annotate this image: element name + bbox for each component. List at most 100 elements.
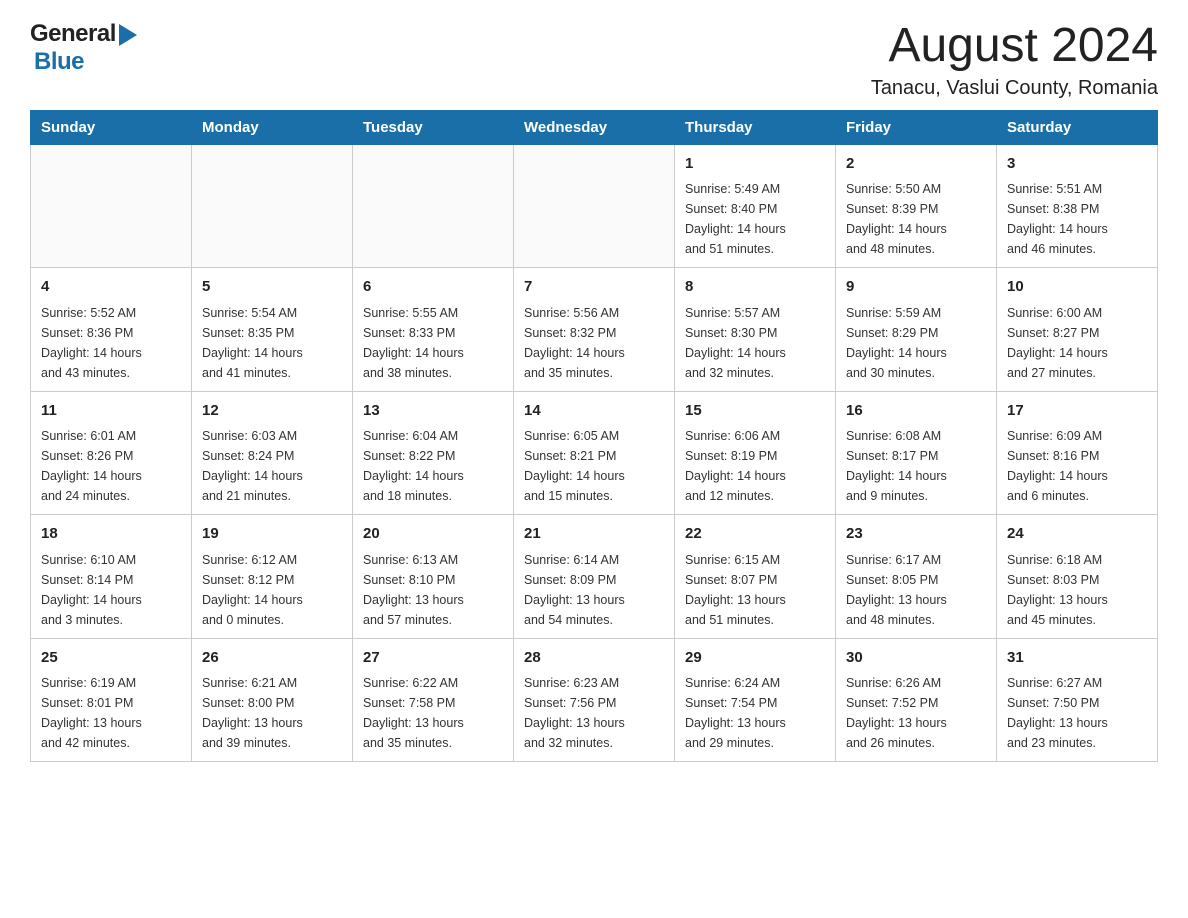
- calendar-cell: 6 Sunrise: 5:55 AM Sunset: 8:33 PM Daylig…: [353, 268, 514, 392]
- calendar-cell: 4Sunrise: 5:52 AM Sunset: 8:36 PM Daylig…: [31, 268, 192, 392]
- day-number: 21: [524, 523, 664, 546]
- weekday-header-saturday: Saturday: [997, 110, 1158, 144]
- calendar-cell: 20 Sunrise: 6:13 AM Sunset: 8:10 PM Dayli…: [353, 515, 514, 639]
- day-number: 25: [41, 647, 181, 670]
- calendar-week-row: 1Sunrise: 5:49 AM Sunset: 8:40 PM Daylig…: [31, 144, 1158, 268]
- calendar-cell: 29 Sunrise: 6:24 AM Sunset: 7:54 PM Dayli…: [675, 638, 836, 762]
- logo-general-text: General: [30, 20, 116, 48]
- day-info: Sunrise: 6:23 AM Sunset: 7:56 PM Dayligh…: [524, 673, 664, 753]
- day-number: 6: [363, 276, 503, 299]
- calendar-cell: 21 Sunrise: 6:14 AM Sunset: 8:09 PM Dayli…: [514, 515, 675, 639]
- calendar-cell: 3 Sunrise: 5:51 AM Sunset: 8:38 PM Daylig…: [997, 144, 1158, 268]
- calendar-cell: 17Sunrise: 6:09 AM Sunset: 8:16 PM Dayli…: [997, 391, 1158, 515]
- calendar-cell: 11 Sunrise: 6:01 AM Sunset: 8:26 PM Dayli…: [31, 391, 192, 515]
- calendar-body: 1Sunrise: 5:49 AM Sunset: 8:40 PM Daylig…: [31, 144, 1158, 762]
- day-info: Sunrise: 6:01 AM Sunset: 8:26 PM Dayligh…: [41, 426, 181, 506]
- page-header: General Blue August 2024 Tanacu, Vaslui …: [30, 20, 1158, 100]
- day-number: 20: [363, 523, 503, 546]
- day-info: Sunrise: 6:08 AM Sunset: 8:17 PM Dayligh…: [846, 426, 986, 506]
- day-info: Sunrise: 6:05 AM Sunset: 8:21 PM Dayligh…: [524, 426, 664, 506]
- day-info: Sunrise: 5:51 AM Sunset: 8:38 PM Dayligh…: [1007, 179, 1147, 259]
- calendar-cell: 19Sunrise: 6:12 AM Sunset: 8:12 PM Dayli…: [192, 515, 353, 639]
- day-number: 24: [1007, 523, 1147, 546]
- day-info: Sunrise: 5:57 AM Sunset: 8:30 PM Dayligh…: [685, 303, 825, 383]
- day-info: Sunrise: 6:10 AM Sunset: 8:14 PM Dayligh…: [41, 550, 181, 630]
- day-number: 5: [202, 276, 342, 299]
- calendar-cell: 5 Sunrise: 5:54 AM Sunset: 8:35 PM Daylig…: [192, 268, 353, 392]
- calendar-cell: 28 Sunrise: 6:23 AM Sunset: 7:56 PM Dayli…: [514, 638, 675, 762]
- calendar-cell: [192, 144, 353, 268]
- calendar-cell: [514, 144, 675, 268]
- day-info: Sunrise: 5:59 AM Sunset: 8:29 PM Dayligh…: [846, 303, 986, 383]
- day-number: 28: [524, 647, 664, 670]
- day-number: 4: [41, 276, 181, 299]
- calendar-cell: 14Sunrise: 6:05 AM Sunset: 8:21 PM Dayli…: [514, 391, 675, 515]
- calendar-cell: 7Sunrise: 5:56 AM Sunset: 8:32 PM Daylig…: [514, 268, 675, 392]
- calendar-cell: 10Sunrise: 6:00 AM Sunset: 8:27 PM Dayli…: [997, 268, 1158, 392]
- weekday-header-thursday: Thursday: [675, 110, 836, 144]
- calendar-cell: 26 Sunrise: 6:21 AM Sunset: 8:00 PM Dayli…: [192, 638, 353, 762]
- calendar-cell: 16 Sunrise: 6:08 AM Sunset: 8:17 PM Dayli…: [836, 391, 997, 515]
- calendar-table: SundayMondayTuesdayWednesdayThursdayFrid…: [30, 110, 1158, 763]
- day-number: 11: [41, 400, 181, 423]
- day-number: 12: [202, 400, 342, 423]
- day-number: 22: [685, 523, 825, 546]
- calendar-week-row: 25 Sunrise: 6:19 AM Sunset: 8:01 PM Dayli…: [31, 638, 1158, 762]
- day-info: Sunrise: 5:54 AM Sunset: 8:35 PM Dayligh…: [202, 303, 342, 383]
- day-info: Sunrise: 6:18 AM Sunset: 8:03 PM Dayligh…: [1007, 550, 1147, 630]
- calendar-cell: 31 Sunrise: 6:27 AM Sunset: 7:50 PM Dayli…: [997, 638, 1158, 762]
- day-info: Sunrise: 6:03 AM Sunset: 8:24 PM Dayligh…: [202, 426, 342, 506]
- weekday-header-sunday: Sunday: [31, 110, 192, 144]
- day-number: 16: [846, 400, 986, 423]
- day-info: Sunrise: 6:15 AM Sunset: 8:07 PM Dayligh…: [685, 550, 825, 630]
- day-info: Sunrise: 6:14 AM Sunset: 8:09 PM Dayligh…: [524, 550, 664, 630]
- calendar-cell: 23 Sunrise: 6:17 AM Sunset: 8:05 PM Dayli…: [836, 515, 997, 639]
- calendar-cell: 9 Sunrise: 5:59 AM Sunset: 8:29 PM Daylig…: [836, 268, 997, 392]
- day-number: 8: [685, 276, 825, 299]
- day-info: Sunrise: 6:21 AM Sunset: 8:00 PM Dayligh…: [202, 673, 342, 753]
- calendar-cell: 15Sunrise: 6:06 AM Sunset: 8:19 PM Dayli…: [675, 391, 836, 515]
- day-number: 2: [846, 153, 986, 176]
- day-number: 3: [1007, 153, 1147, 176]
- day-number: 29: [685, 647, 825, 670]
- day-number: 31: [1007, 647, 1147, 670]
- weekday-header-wednesday: Wednesday: [514, 110, 675, 144]
- day-info: Sunrise: 5:55 AM Sunset: 8:33 PM Dayligh…: [363, 303, 503, 383]
- location-text: Tanacu, Vaslui County, Romania: [871, 77, 1158, 100]
- calendar-week-row: 4Sunrise: 5:52 AM Sunset: 8:36 PM Daylig…: [31, 268, 1158, 392]
- day-info: Sunrise: 6:27 AM Sunset: 7:50 PM Dayligh…: [1007, 673, 1147, 753]
- day-number: 19: [202, 523, 342, 546]
- calendar-cell: 24 Sunrise: 6:18 AM Sunset: 8:03 PM Dayli…: [997, 515, 1158, 639]
- day-info: Sunrise: 6:06 AM Sunset: 8:19 PM Dayligh…: [685, 426, 825, 506]
- calendar-cell: 22 Sunrise: 6:15 AM Sunset: 8:07 PM Dayli…: [675, 515, 836, 639]
- day-number: 26: [202, 647, 342, 670]
- calendar-cell: 27Sunrise: 6:22 AM Sunset: 7:58 PM Dayli…: [353, 638, 514, 762]
- day-info: Sunrise: 6:09 AM Sunset: 8:16 PM Dayligh…: [1007, 426, 1147, 506]
- day-info: Sunrise: 6:19 AM Sunset: 8:01 PM Dayligh…: [41, 673, 181, 753]
- day-number: 30: [846, 647, 986, 670]
- calendar-cell: 18 Sunrise: 6:10 AM Sunset: 8:14 PM Dayli…: [31, 515, 192, 639]
- day-info: Sunrise: 5:50 AM Sunset: 8:39 PM Dayligh…: [846, 179, 986, 259]
- day-number: 13: [363, 400, 503, 423]
- day-number: 18: [41, 523, 181, 546]
- calendar-cell: [31, 144, 192, 268]
- calendar-cell: [353, 144, 514, 268]
- day-info: Sunrise: 6:04 AM Sunset: 8:22 PM Dayligh…: [363, 426, 503, 506]
- day-info: Sunrise: 6:13 AM Sunset: 8:10 PM Dayligh…: [363, 550, 503, 630]
- day-info: Sunrise: 6:17 AM Sunset: 8:05 PM Dayligh…: [846, 550, 986, 630]
- day-number: 9: [846, 276, 986, 299]
- day-info: Sunrise: 6:00 AM Sunset: 8:27 PM Dayligh…: [1007, 303, 1147, 383]
- day-number: 27: [363, 647, 503, 670]
- logo: General Blue: [30, 20, 137, 76]
- day-info: Sunrise: 6:26 AM Sunset: 7:52 PM Dayligh…: [846, 673, 986, 753]
- calendar-week-row: 18 Sunrise: 6:10 AM Sunset: 8:14 PM Dayli…: [31, 515, 1158, 639]
- weekday-header-friday: Friday: [836, 110, 997, 144]
- day-number: 23: [846, 523, 986, 546]
- calendar-cell: 8 Sunrise: 5:57 AM Sunset: 8:30 PM Daylig…: [675, 268, 836, 392]
- calendar-cell: 2 Sunrise: 5:50 AM Sunset: 8:39 PM Daylig…: [836, 144, 997, 268]
- weekday-header-tuesday: Tuesday: [353, 110, 514, 144]
- calendar-week-row: 11 Sunrise: 6:01 AM Sunset: 8:26 PM Dayli…: [31, 391, 1158, 515]
- day-info: Sunrise: 6:24 AM Sunset: 7:54 PM Dayligh…: [685, 673, 825, 753]
- logo-blue-text: Blue: [34, 48, 84, 76]
- day-number: 1: [685, 153, 825, 176]
